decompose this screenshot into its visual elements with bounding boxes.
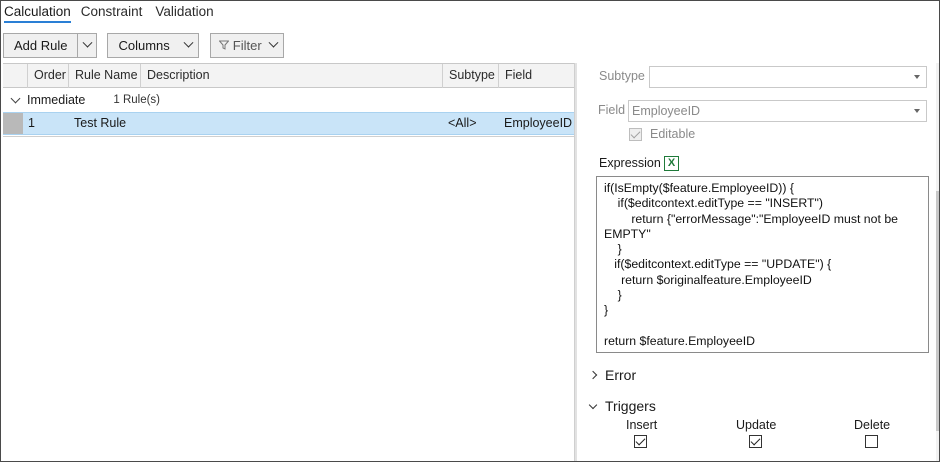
cell-rule-name: Test Rule [74, 116, 127, 130]
editable-checkbox[interactable] [629, 128, 642, 141]
column-header-description[interactable]: Description [141, 64, 443, 88]
expression-label: Expression [599, 156, 661, 170]
columns-label: Columns [118, 37, 170, 53]
dropdown-arrow-icon [914, 75, 920, 79]
row-header-corner [3, 64, 28, 88]
trigger-update-checkbox[interactable] [749, 435, 762, 448]
add-rule-dropdown-button[interactable] [78, 34, 96, 57]
chevron-down-icon [183, 37, 194, 48]
field-value: EmployeeID [632, 104, 701, 118]
column-header-order[interactable]: Order [28, 64, 69, 88]
column-header-rule-name[interactable]: Rule Name [69, 64, 141, 88]
filter-label: Filter [232, 37, 262, 53]
cell-order: 1 [28, 116, 35, 130]
chevron-down-icon[interactable] [10, 93, 21, 104]
triggers-section-header[interactable]: Triggers [588, 398, 656, 414]
trigger-delete-checkbox[interactable] [865, 435, 878, 448]
column-header-subtype[interactable]: Subtype [443, 64, 499, 88]
filter-icon [218, 40, 229, 50]
editable-label: Editable [650, 127, 696, 141]
row-selector[interactable] [3, 113, 23, 134]
rule-type-tabs: Calculation Constraint Validation [4, 1, 227, 25]
trigger-insert-checkbox[interactable] [634, 435, 647, 448]
group-count: 1 Rule(s) [113, 94, 161, 106]
group-row-immediate[interactable]: Immediate 1 Rule(s) [3, 89, 574, 111]
trigger-delete-label: Delete [854, 418, 891, 432]
trigger-insert-label: Insert [626, 418, 658, 432]
expression-builder-icon[interactable]: X [664, 156, 679, 171]
rule-details-pane: Subtype Field EmployeeID Editable Expres… [578, 63, 939, 461]
field-label: Field [598, 103, 626, 117]
chevron-down-icon [82, 37, 93, 48]
columns-button[interactable]: Columns [107, 32, 199, 58]
field-combobox[interactable]: EmployeeID [628, 100, 927, 122]
chevron-right-icon [588, 370, 598, 380]
chevron-down-icon [268, 37, 279, 48]
group-name: Immediate [27, 93, 86, 107]
cell-subtype: <All> [448, 116, 477, 130]
attribute-rules-view: Calculation Constraint Validation Add Ru… [0, 0, 940, 462]
details-scrollbar[interactable] [936, 63, 939, 461]
table-row[interactable]: 1 Test Rule <All> EmployeeID [3, 112, 574, 135]
grid-header: Order Rule Name Description Subtype Fiel… [3, 64, 574, 88]
rules-grid: Order Rule Name Description Subtype Fiel… [3, 63, 574, 461]
expression-editor[interactable]: if(IsEmpty($feature.EmployeeID)) { if($e… [596, 176, 929, 353]
cell-description [141, 113, 443, 134]
pane-splitter[interactable] [574, 63, 577, 461]
error-section-header[interactable]: Error [588, 367, 637, 383]
grid-divider [3, 136, 574, 137]
subtype-combobox[interactable] [649, 66, 927, 88]
column-header-field[interactable]: Field [499, 64, 574, 88]
subtype-label: Subtype [599, 69, 645, 83]
filter-button[interactable]: Filter [209, 32, 284, 58]
scrollbar-thumb[interactable] [936, 191, 939, 431]
cell-field: EmployeeID [504, 116, 573, 130]
tab-calculation[interactable]: Calculation [4, 1, 71, 23]
dropdown-arrow-icon [914, 109, 920, 113]
add-rule-button[interactable]: Add Rule [4, 33, 79, 57]
error-section-label: Error [605, 367, 637, 383]
tab-constraint[interactable]: Constraint [81, 1, 148, 23]
add-rule-split-button: Add Rule [3, 32, 98, 58]
triggers-section-label: Triggers [605, 398, 656, 414]
toolbar: Add Rule Columns Filter [3, 32, 284, 58]
trigger-update-label: Update [736, 418, 777, 432]
tab-validation[interactable]: Validation [155, 1, 218, 23]
chevron-down-icon [588, 400, 598, 409]
